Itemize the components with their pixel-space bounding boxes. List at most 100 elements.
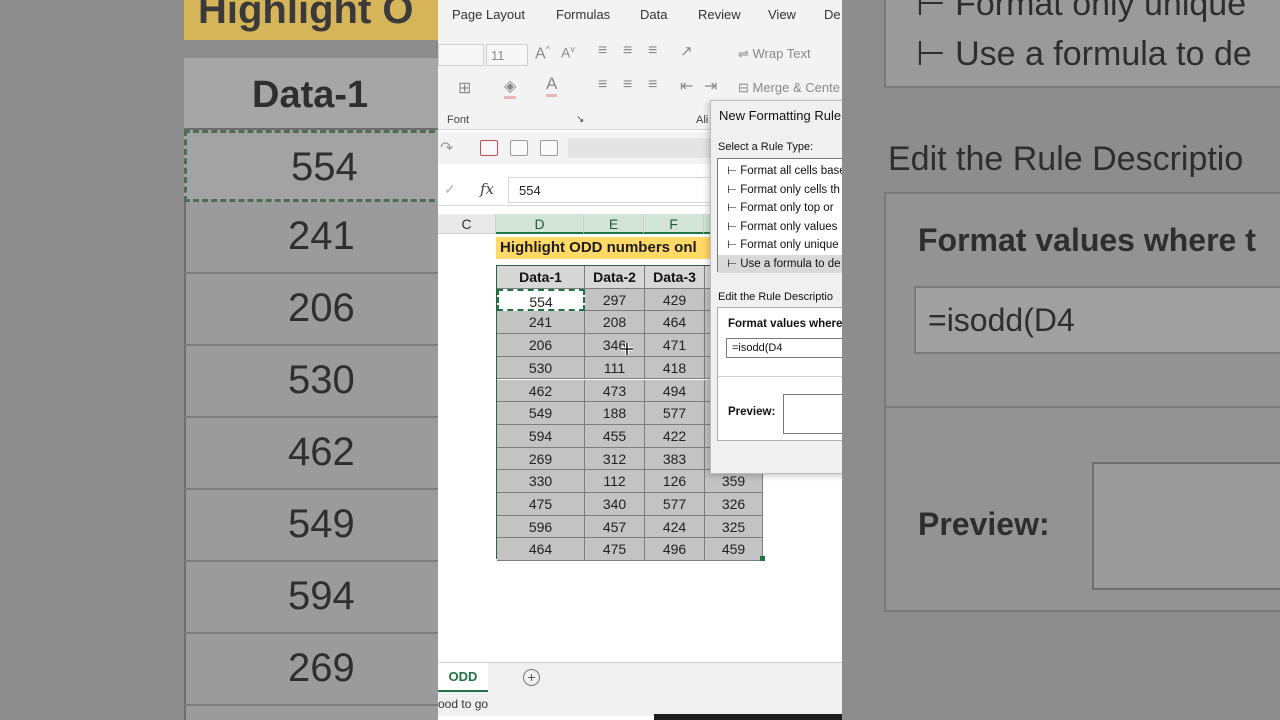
add-sheet-icon[interactable]: + — [523, 669, 540, 686]
decrease-indent-icon[interactable]: ⇤ — [680, 76, 693, 96]
zoomed-cell: 462 — [184, 418, 438, 490]
data-cell[interactable]: 455 — [585, 424, 645, 448]
column-header-f[interactable]: F — [644, 214, 704, 234]
data-cell[interactable]: 473 — [585, 379, 645, 403]
data-cell[interactable]: 208 — [585, 311, 645, 335]
data-cell[interactable]: 475 — [497, 493, 585, 516]
column-header-d[interactable]: D — [496, 214, 584, 234]
data-cell[interactable]: 471 — [645, 334, 705, 357]
zoomed-formula-field: =isodd(D4 — [914, 286, 1280, 354]
rule-type-item[interactable]: ⊢ Format only values — [718, 218, 842, 236]
rule-type-item[interactable]: ⊢ Format only unique — [718, 236, 842, 254]
print-preview-icon[interactable] — [480, 140, 498, 156]
zoomed-cell: 554 — [184, 130, 438, 202]
data-cell[interactable]: 457 — [585, 515, 645, 539]
data-cell[interactable]: 241 — [497, 311, 585, 335]
align-top-icon[interactable]: ≡ — [598, 42, 607, 60]
tab-formulas[interactable]: Formulas — [556, 7, 610, 22]
data-cell[interactable]: 496 — [645, 538, 705, 562]
data-cell[interactable]: 594 — [497, 424, 585, 448]
tab-view[interactable]: View — [768, 7, 796, 22]
data-cell[interactable]: 206 — [497, 334, 585, 357]
column-header-e[interactable]: E — [584, 214, 644, 234]
header-cell[interactable]: Data-3 — [645, 266, 705, 289]
data-cell[interactable]: 429 — [645, 288, 705, 312]
header-cell[interactable]: Data-2 — [585, 266, 645, 289]
increase-font-icon[interactable]: A^ — [535, 44, 550, 63]
zoomed-rule-item: ⊢ Format only unique — [916, 0, 1247, 23]
tab-review[interactable]: Review — [698, 7, 741, 22]
active-cell[interactable]: 554 — [497, 288, 585, 312]
data-cell[interactable]: 312 — [585, 447, 645, 471]
insert-function-icon[interactable]: fx — [480, 180, 494, 198]
data-cell[interactable]: 383 — [645, 447, 705, 471]
rule-type-item[interactable]: ⊢ Format only top or — [718, 199, 842, 217]
zoomed-header: Data-1 — [184, 58, 438, 130]
email-icon[interactable] — [540, 140, 558, 156]
data-cell[interactable]: 188 — [585, 402, 645, 425]
font-size-select[interactable]: 11 — [486, 44, 528, 66]
font-size-value: 11 — [491, 48, 505, 63]
data-cell[interactable]: 462 — [497, 379, 585, 403]
tab-page-layout[interactable]: Page Layout — [452, 7, 525, 22]
borders-icon[interactable]: ⊞ — [458, 78, 471, 98]
font-name-select[interactable] — [438, 44, 484, 66]
rule-type-item-selected[interactable]: ⊢ Use a formula to de — [718, 254, 842, 273]
data-cell[interactable]: 577 — [645, 493, 705, 516]
data-cell[interactable]: 596 — [497, 515, 585, 539]
data-cell[interactable]: 494 — [645, 379, 705, 403]
data-cell[interactable]: 475 — [585, 538, 645, 562]
merge-center-button[interactable]: ⊟ Merge & Cente — [738, 80, 840, 96]
sheet-tab-odd[interactable]: ODD — [438, 663, 488, 693]
data-cell[interactable]: 530 — [497, 356, 585, 380]
zoomed-cell-value: 241 — [288, 214, 355, 258]
data-cell[interactable]: 464 — [645, 311, 705, 335]
sheet-title-cell[interactable]: Highlight ODD numbers onl — [496, 237, 726, 259]
rule-description-panel: Format values where =isodd(D4 Preview: — [717, 307, 842, 441]
align-bottom-icon[interactable]: ≡ — [648, 42, 657, 60]
orientation-icon[interactable]: ↗ — [680, 42, 693, 60]
data-cell[interactable]: 418 — [645, 356, 705, 380]
rule-type-item[interactable]: ⊢ Format all cells base — [718, 162, 842, 180]
formula-field[interactable]: =isodd(D4 — [726, 338, 842, 358]
fill-handle[interactable] — [760, 556, 765, 561]
data-cell[interactable]: 577 — [645, 402, 705, 425]
form-icon[interactable] — [510, 140, 528, 156]
fill-color-icon[interactable]: ◈ — [504, 76, 517, 99]
data-cell[interactable]: 346 — [585, 334, 645, 357]
tab-developer[interactable]: De — [824, 7, 841, 22]
data-cell[interactable]: 464 — [497, 538, 585, 562]
column-header-c[interactable]: C — [438, 214, 496, 234]
data-cell[interactable]: 326 — [705, 493, 763, 516]
data-cell[interactable]: 330 — [497, 470, 585, 493]
redo-icon[interactable]: ↷ — [440, 138, 453, 158]
data-cell[interactable]: 424 — [645, 515, 705, 539]
data-cell[interactable]: 459 — [705, 538, 763, 562]
header-cell[interactable]: Data-1 — [497, 266, 585, 289]
zoomed-header-label: Data-1 — [252, 74, 369, 116]
align-center-icon[interactable]: ≡ — [623, 76, 632, 94]
tab-data[interactable]: Data — [640, 7, 667, 22]
font-dialog-launcher-icon[interactable]: ↘ — [576, 114, 584, 125]
alignment-group-label: Ali — [696, 114, 709, 126]
data-cell[interactable]: 549 — [497, 402, 585, 425]
align-right-icon[interactable]: ≡ — [648, 76, 657, 94]
data-cell[interactable]: 126 — [645, 470, 705, 493]
data-cell[interactable]: 112 — [585, 470, 645, 493]
align-left-icon[interactable]: ≡ — [598, 76, 607, 94]
wrap-text-button[interactable]: ⇌ Wrap Text — [738, 46, 811, 62]
increase-indent-icon[interactable]: ⇥ — [704, 76, 717, 96]
wrap-text-label: Wrap Text — [752, 46, 811, 61]
data-cell[interactable]: 340 — [585, 493, 645, 516]
font-color-icon[interactable]: A — [546, 74, 558, 97]
data-cell[interactable]: 297 — [585, 288, 645, 312]
edit-description-label: Edit the Rule Descriptio — [718, 291, 833, 303]
decrease-font-icon[interactable]: Av — [561, 44, 575, 61]
rule-type-item[interactable]: ⊢ Format only cells th — [718, 181, 842, 199]
data-cell[interactable]: 111 — [585, 356, 645, 380]
data-cell[interactable]: 422 — [645, 424, 705, 448]
data-cell[interactable]: 269 — [497, 447, 585, 471]
data-cell[interactable]: 325 — [705, 515, 763, 539]
enter-check-icon[interactable]: ✓ — [444, 181, 456, 198]
align-middle-icon[interactable]: ≡ — [623, 42, 632, 60]
